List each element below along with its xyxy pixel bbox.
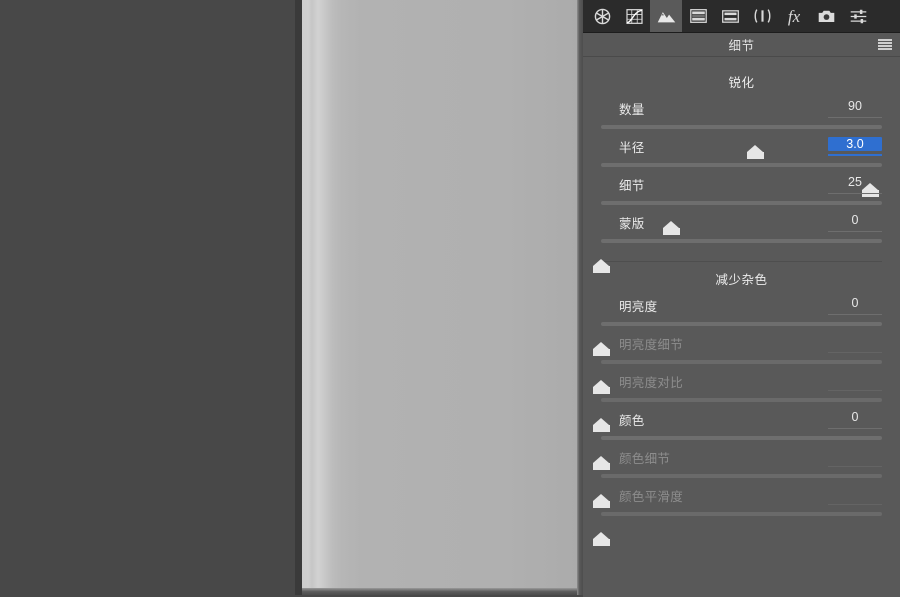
noise-reduction-slider-group: 明亮度 0 明亮度细节明亮度对比颜色 0 颜色细节颜色平滑度 bbox=[583, 296, 900, 546]
sharpening-slider-value-underline bbox=[828, 231, 882, 232]
sharpening-slider-value-underline bbox=[828, 117, 882, 118]
sharpening-slider-value-underline bbox=[828, 193, 882, 194]
sharpening-slider-slider-track[interactable] bbox=[601, 125, 882, 159]
image-canvas-area[interactable] bbox=[0, 0, 583, 595]
sharpening-heading: 锐化 bbox=[728, 76, 755, 90]
sharpening-slider-slider-handle[interactable] bbox=[592, 259, 610, 273]
tab-camera-calibration[interactable] bbox=[810, 0, 842, 32]
aperture-icon bbox=[594, 8, 611, 25]
tab-tone-curve[interactable] bbox=[618, 0, 650, 32]
noise-reduction-slider-row[interactable]: 颜色 0 bbox=[592, 410, 882, 470]
tone-curve-icon bbox=[625, 8, 643, 24]
develop-panel: fx 细节 锐化 数量 90 半径 3.0 细节 25 蒙版 0 减少杂色 明亮… bbox=[583, 0, 900, 597]
noise-reduction-slider-row[interactable]: 明亮度对比 bbox=[592, 372, 882, 432]
tab-aperture-basic[interactable] bbox=[586, 0, 618, 32]
sharpening-slider-row[interactable]: 蒙版 0 bbox=[592, 213, 882, 273]
sharpening-slider-label: 数量 bbox=[619, 103, 645, 117]
noise-reduction-slider-value-underline bbox=[828, 504, 882, 505]
noise-reduction-slider-slider-handle[interactable] bbox=[592, 532, 610, 546]
noise-reduction-slider-value-underline bbox=[828, 352, 882, 353]
sharpening-slider-value-underline bbox=[828, 154, 882, 156]
lens-correction-icon bbox=[754, 8, 771, 24]
noise-reduction-slider-row[interactable]: 明亮度细节 bbox=[592, 334, 882, 394]
sharpening-slider-slider-track[interactable] bbox=[592, 239, 882, 273]
panel-tab-toolbar[interactable]: fx bbox=[583, 0, 900, 33]
sharpening-slider-row[interactable]: 细节 25 bbox=[601, 175, 882, 235]
detail-icon bbox=[657, 9, 676, 24]
sharpening-slider-row[interactable]: 数量 90 bbox=[601, 99, 882, 159]
noise-reduction-slider-label: 颜色平滑度 bbox=[619, 490, 684, 504]
noise-reduction-slider-slider-track[interactable] bbox=[592, 398, 882, 432]
noise-reduction-slider-slider-track[interactable] bbox=[592, 322, 882, 356]
noise-reduction-heading: 减少杂色 bbox=[715, 273, 768, 287]
sharpening-slider-value[interactable]: 90 bbox=[828, 99, 882, 113]
noise-reduction-slider-label: 颜色细节 bbox=[619, 452, 671, 466]
sharpening-slider-value[interactable]: 0 bbox=[828, 213, 882, 227]
noise-reduction-slider-value-underline bbox=[828, 428, 882, 429]
hamburger-menu-icon[interactable] bbox=[878, 39, 892, 50]
tab-effects[interactable]: fx bbox=[778, 0, 810, 32]
noise-reduction-slider-slider-track[interactable] bbox=[592, 436, 882, 470]
panel-header: 细节 bbox=[583, 33, 900, 57]
sharpening-slider-slider-track[interactable] bbox=[601, 201, 882, 235]
noise-reduction-slider-label: 明亮度 bbox=[619, 300, 658, 314]
tab-hsl-grayscale[interactable] bbox=[682, 0, 714, 32]
noise-reduction-slider-label: 明亮度细节 bbox=[619, 338, 684, 352]
sharpening-slider-value[interactable]: 25 bbox=[828, 175, 882, 189]
preview-image[interactable] bbox=[302, 0, 577, 589]
noise-reduction-slider-value-underline bbox=[828, 466, 882, 467]
panel-title-label: 细节 bbox=[728, 39, 755, 53]
sharpening-slider-label: 蒙版 bbox=[619, 217, 645, 231]
sharpening-slider-label: 半径 bbox=[619, 141, 645, 155]
tab-detail[interactable] bbox=[650, 0, 682, 32]
hsl-grayscale-icon bbox=[689, 9, 707, 23]
noise-reduction-slider-slider-track[interactable] bbox=[592, 474, 882, 508]
noise-reduction-slider-slider-track[interactable] bbox=[592, 512, 882, 546]
noise-reduction-slider-value-underline bbox=[828, 314, 882, 315]
tab-split-toning[interactable] bbox=[714, 0, 746, 32]
sharpening-slider-row[interactable]: 半径 3.0 bbox=[601, 137, 882, 197]
section-divider bbox=[601, 261, 882, 262]
effects-fx-icon: fx bbox=[787, 6, 801, 26]
tab-lens-correction[interactable] bbox=[746, 0, 778, 32]
panel-content: 锐化 数量 90 半径 3.0 细节 25 蒙版 0 减少杂色 明亮度 0 明亮度细节 明亮度对比颜… bbox=[583, 57, 900, 597]
sharpening-slider-label: 细节 bbox=[619, 179, 645, 193]
image-bottom-edge bbox=[302, 588, 577, 595]
camera-calibration-icon bbox=[818, 9, 835, 23]
noise-reduction-slider-label: 颜色 bbox=[619, 414, 645, 428]
noise-reduction-slider-row[interactable]: 颜色平滑度 bbox=[592, 486, 882, 546]
sharpening-slider-value[interactable]: 3.0 bbox=[828, 137, 882, 151]
noise-reduction-slider-label: 明亮度对比 bbox=[619, 376, 684, 390]
tab-presets[interactable] bbox=[842, 0, 874, 32]
noise-reduction-slider-row[interactable]: 颜色细节 bbox=[592, 448, 882, 508]
noise-reduction-slider-value-underline bbox=[828, 390, 882, 391]
split-toning-icon bbox=[721, 9, 739, 23]
noise-reduction-slider-slider-track[interactable] bbox=[592, 360, 882, 394]
presets-sliders-icon bbox=[850, 9, 867, 24]
sharpening-slider-group: 数量 90 半径 3.0 细节 25 蒙版 0 bbox=[583, 99, 900, 273]
sharpening-slider-slider-track[interactable] bbox=[601, 163, 882, 197]
noise-reduction-slider-value[interactable]: 0 bbox=[828, 296, 882, 310]
noise-reduction-slider-value[interactable]: 0 bbox=[828, 410, 882, 424]
noise-reduction-slider-row[interactable]: 明亮度 0 bbox=[592, 296, 882, 356]
